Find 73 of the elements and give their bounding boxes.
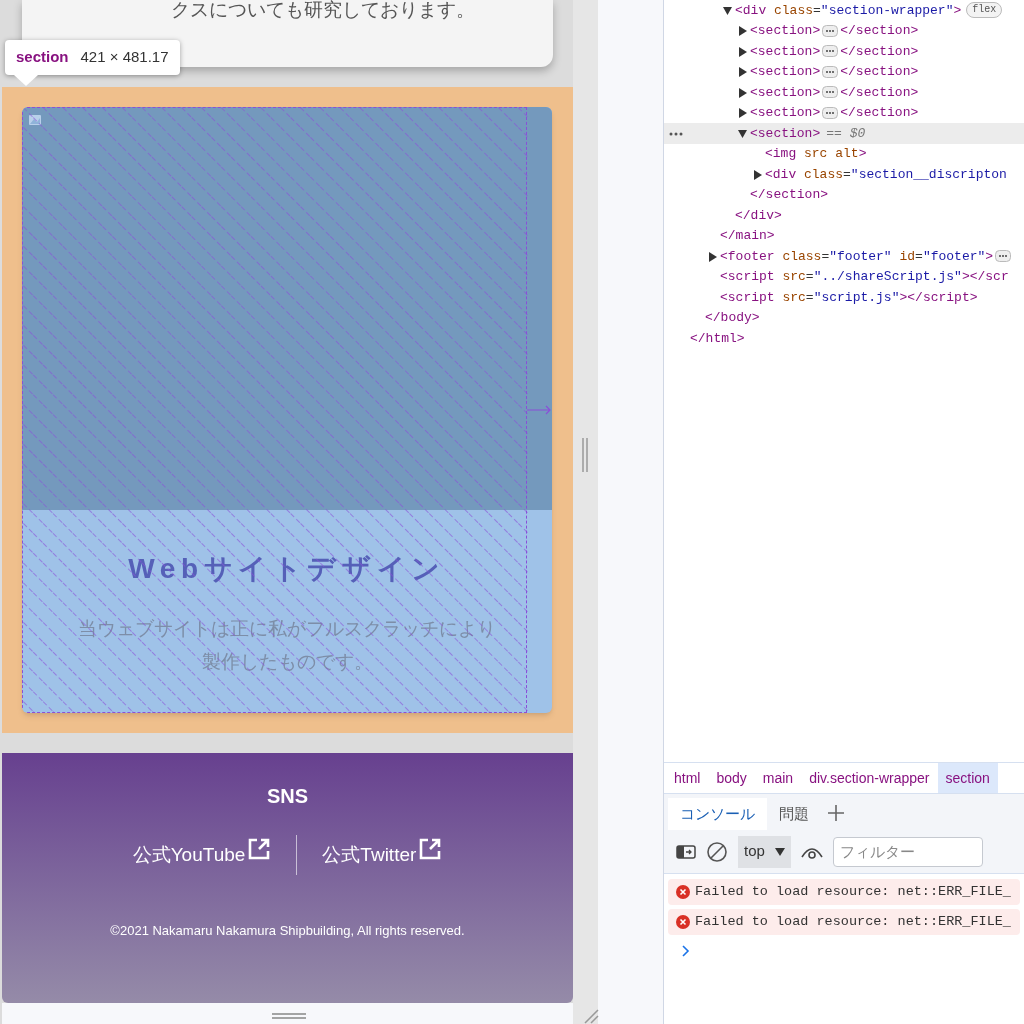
expand-arrow-icon[interactable]: [753, 169, 762, 180]
expand-arrow-icon[interactable]: [738, 87, 747, 98]
external-link[interactable]: 公式YouTube: [132, 840, 272, 870]
sidebar-toggle-icon[interactable]: [676, 843, 696, 860]
message-text: Failed to load resource: net::ERR_FILE_: [695, 912, 1011, 931]
section-description: 当ウェブサイトは正に私がフルスクラッチにより製作したものです。: [77, 617, 497, 674]
expand-arrow-icon[interactable]: [723, 5, 732, 16]
error-icon: [676, 915, 690, 929]
element-tag-text: section: [16, 47, 69, 68]
breadcrumb[interactable]: div.section-wrapper: [801, 763, 938, 793]
error-icon: [676, 885, 690, 899]
dom-node[interactable]: <footer class="footer" id="footer">: [720, 246, 994, 266]
dom-node[interactable]: <section>: [750, 41, 821, 61]
copyright-text: ©2021 Nakamaru Nakamura Shipbuilding, All rights reserved.: [110, 922, 465, 940]
dom-node[interactable]: </section>: [840, 21, 919, 41]
drawer-tab[interactable]: コンソール: [668, 798, 767, 830]
dom-node[interactable]: <img src alt>: [765, 144, 867, 164]
dom-node[interactable]: <section>: [750, 123, 821, 143]
dom-node[interactable]: </main>: [720, 226, 775, 246]
dom-node[interactable]: </section>: [840, 82, 919, 102]
dom-node[interactable]: </html>: [690, 328, 745, 348]
element-size-text: 421 × 481.17: [80, 47, 169, 68]
add-tab-icon[interactable]: [827, 804, 845, 822]
dom-node[interactable]: </section>: [840, 41, 919, 61]
resize-corner-icon[interactable]: [583, 1008, 599, 1024]
resize-handle-icon: [272, 1013, 306, 1019]
drawer-tab[interactable]: 問題: [767, 798, 821, 830]
console-reference-text: == $0: [826, 124, 866, 143]
context-dropdown[interactable]: top: [738, 835, 791, 868]
dom-node[interactable]: </div>: [735, 205, 782, 225]
clear-console-icon[interactable]: [706, 840, 728, 863]
dom-node[interactable]: <section>: [750, 103, 821, 123]
collapsed-content-icon[interactable]: [822, 24, 839, 37]
collapsed-content-icon[interactable]: [822, 45, 839, 58]
dom-node[interactable]: <script src="../shareScript.js"></scr: [720, 267, 1009, 287]
dom-node[interactable]: <section>: [750, 82, 821, 102]
expand-arrow-icon[interactable]: [738, 26, 747, 36]
dom-node[interactable]: <section>: [750, 21, 821, 41]
paragraph-text: クスについても研究しております。: [170, 0, 475, 22]
splitter-handle-icon[interactable]: [581, 438, 589, 472]
caret-icon: [774, 847, 785, 856]
expand-arrow-icon[interactable]: [738, 46, 747, 57]
external-link[interactable]: 公式Twitter: [322, 840, 443, 870]
message-text: Failed to load resource: net::ERR_FILE_: [695, 882, 1011, 901]
dom-node[interactable]: </section>: [750, 185, 829, 205]
expand-arrow-icon[interactable]: [738, 108, 747, 118]
breadcrumb[interactable]: html: [666, 763, 709, 793]
prompt-chevron-icon[interactable]: [682, 945, 690, 957]
dom-node[interactable]: <section>: [750, 62, 821, 82]
breadcrumb[interactable]: section: [937, 763, 998, 793]
expand-arrow-icon[interactable]: [738, 67, 747, 77]
breadcrumb[interactable]: body: [708, 763, 755, 793]
dom-node[interactable]: </body>: [705, 308, 760, 328]
external-link-icon: [418, 836, 443, 861]
expand-arrow-icon[interactable]: [708, 251, 717, 262]
margin-arrow-icon: [527, 405, 552, 415]
layout-badge[interactable]: flex: [966, 2, 1003, 19]
external-link-icon: [247, 836, 272, 861]
dom-node[interactable]: </section>: [840, 103, 919, 123]
dom-node[interactable]: </section>: [840, 62, 919, 82]
more-actions-icon[interactable]: [669, 132, 683, 136]
expand-arrow-icon[interactable]: [738, 128, 747, 139]
collapsed-content-icon[interactable]: [822, 65, 839, 78]
collapsed-content-icon[interactable]: [995, 250, 1012, 263]
breadcrumb[interactable]: main: [754, 763, 802, 793]
collapsed-content-icon[interactable]: [822, 86, 839, 99]
dom-node[interactable]: <div class="section__discripton: [765, 164, 1007, 184]
dom-node[interactable]: <script src="script.js"></script>: [720, 287, 978, 307]
filter-field[interactable]: フィルター: [832, 836, 983, 867]
footer-heading: SNS: [266, 784, 309, 809]
section-title: Webサイトデザイン: [128, 552, 446, 586]
dom-node[interactable]: <div class="section-wrapper">: [735, 0, 962, 20]
collapsed-content-icon[interactable]: [822, 106, 839, 119]
